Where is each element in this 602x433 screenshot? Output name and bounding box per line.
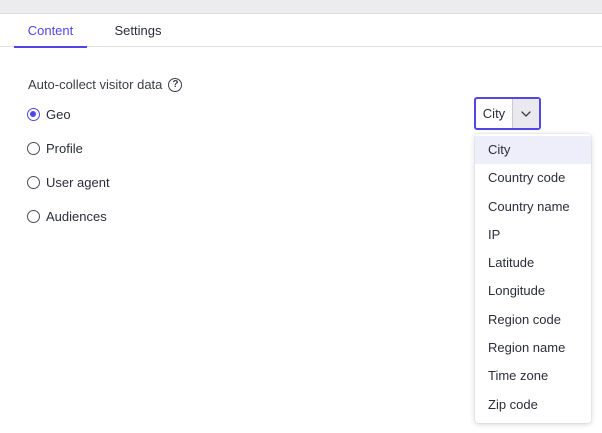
dropdown-option-country-code[interactable]: Country code bbox=[475, 164, 591, 192]
geo-field-dropdown: City Country code Country name IP Latitu… bbox=[475, 134, 591, 423]
radio-user-agent[interactable]: User agent bbox=[27, 173, 110, 191]
radio-audiences[interactable]: Audiences bbox=[27, 207, 107, 225]
dropdown-option-country-name[interactable]: Country name bbox=[475, 193, 591, 221]
dropdown-option-zip-code[interactable]: Zip code bbox=[475, 391, 591, 419]
dropdown-option-latitude[interactable]: Latitude bbox=[475, 249, 591, 277]
radio-button-audiences[interactable] bbox=[27, 209, 40, 223]
radio-profile[interactable]: Profile bbox=[27, 139, 83, 157]
radio-audiences-label: Audiences bbox=[46, 208, 107, 224]
geo-field-select[interactable]: City bbox=[474, 97, 541, 130]
radio-user-agent-label: User agent bbox=[46, 174, 110, 190]
chevron-down-icon bbox=[521, 110, 531, 117]
select-chevron-button[interactable] bbox=[513, 99, 539, 128]
tab-bar: Content Settings bbox=[0, 15, 602, 48]
dropdown-option-longitude[interactable]: Longitude bbox=[475, 277, 591, 305]
radio-profile-label: Profile bbox=[46, 140, 83, 156]
radio-geo[interactable]: Geo bbox=[27, 105, 71, 123]
dropdown-option-ip[interactable]: IP bbox=[475, 221, 591, 249]
radio-geo-label: Geo bbox=[46, 106, 71, 122]
dropdown-option-city[interactable]: City bbox=[475, 136, 591, 165]
window-top-bar bbox=[0, 0, 602, 14]
dropdown-option-region-code[interactable]: Region code bbox=[475, 306, 591, 334]
tab-settings[interactable]: Settings bbox=[101, 15, 175, 47]
help-icon[interactable]: ? bbox=[168, 78, 183, 92]
select-value: City bbox=[476, 99, 513, 128]
dropdown-option-region-name[interactable]: Region name bbox=[475, 334, 591, 362]
auto-collect-section-label: Auto-collect visitor data ? bbox=[28, 76, 183, 94]
radio-button-user-agent[interactable] bbox=[27, 175, 40, 189]
tab-content[interactable]: Content bbox=[14, 15, 87, 48]
radio-button-profile[interactable] bbox=[27, 141, 40, 155]
auto-collect-label-text: Auto-collect visitor data bbox=[28, 77, 163, 92]
dropdown-option-time-zone[interactable]: Time zone bbox=[475, 362, 591, 390]
radio-button-geo[interactable] bbox=[27, 107, 40, 121]
